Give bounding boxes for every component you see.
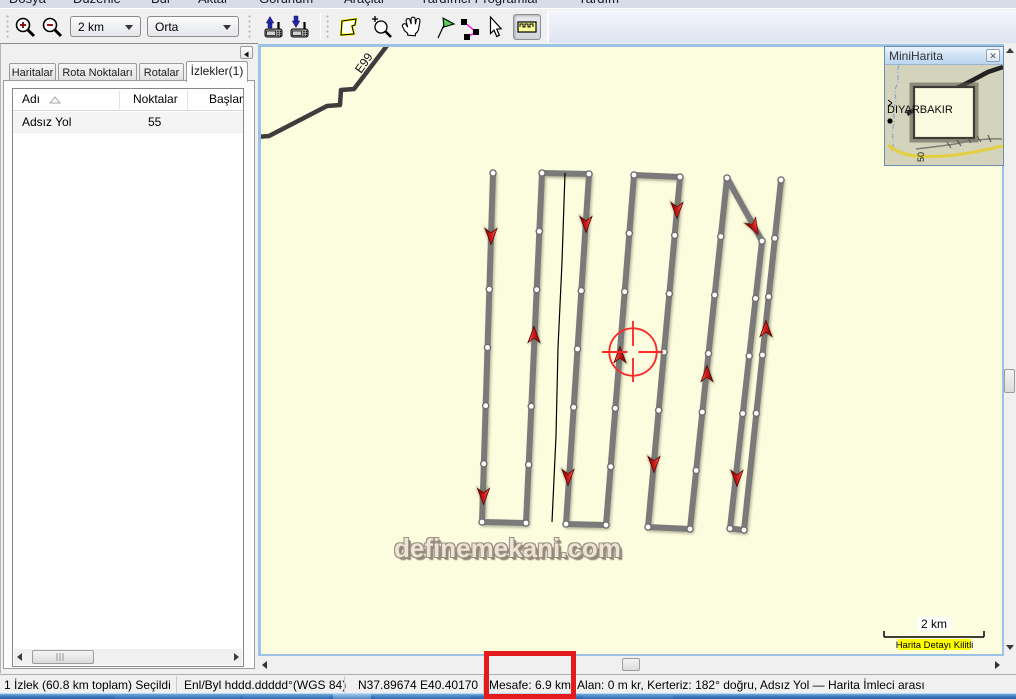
svg-text:DIYARBAKIR: DIYARBAKIR (887, 104, 953, 116)
svg-text:Harita Detayı Kilitli: Harita Detayı Kilitli (896, 640, 974, 651)
svg-text:E99: E99 (352, 50, 376, 76)
svg-text:2 km: 2 km (921, 617, 947, 631)
svg-text:50: 50 (916, 152, 926, 162)
